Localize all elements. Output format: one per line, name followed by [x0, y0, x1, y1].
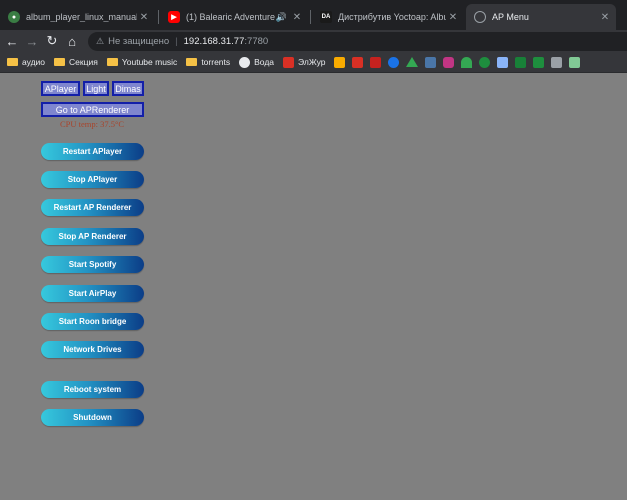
bookmark-4[interactable]	[388, 56, 400, 68]
elzhur-icon	[283, 56, 295, 68]
globe-icon	[474, 11, 486, 23]
flag-icon	[352, 56, 364, 68]
reboot-system-button[interactable]: Reboot system	[41, 381, 144, 398]
bookmark-label: torrents	[201, 57, 231, 67]
insecure-label[interactable]: Не защищено	[108, 36, 169, 47]
address-divider: |	[175, 36, 178, 47]
bookmark-label: Секция	[69, 57, 98, 67]
bookmark-9[interactable]	[479, 56, 491, 68]
close-icon[interactable]: ✕	[446, 12, 460, 23]
tab-title: Дистрибутив Yoctoap: Album Pl	[338, 12, 446, 22]
browser-toolbar: ← → ↻ ⌂ ⚠ Не защищено | 192.168.31.77:77…	[0, 30, 627, 52]
dimas-button[interactable]: Dimas	[112, 81, 144, 96]
bookmark-5[interactable]	[406, 57, 419, 67]
vk-icon	[425, 56, 437, 68]
tab-divider	[310, 10, 311, 24]
bookmark-label: ЭлЖур	[298, 57, 326, 67]
triangle-icon	[406, 57, 419, 67]
water-icon	[239, 56, 251, 68]
bookmark-audio[interactable]: аудио	[7, 57, 45, 67]
bar-icon	[551, 56, 563, 68]
instagram-icon	[443, 56, 455, 68]
restart-ap-renderer-button[interactable]: Restart AP Renderer	[41, 199, 144, 216]
start-roon-bridge-button[interactable]: Start Roon bridge	[41, 313, 144, 330]
cloud-icon	[388, 56, 400, 68]
cpu-temp: CPU temp: 37.5°C	[59, 119, 125, 129]
stack-icon	[334, 56, 346, 68]
android-icon	[479, 56, 491, 68]
go-to-aprenderer-button[interactable]: Go to APRenderer	[41, 102, 144, 117]
tab-strip: ● album_player_linux_manual_ru.p ✕ ▶ (1)…	[0, 0, 627, 30]
close-icon[interactable]: ✕	[137, 12, 151, 23]
warning-icon[interactable]: ⚠	[96, 36, 104, 47]
tab-title: (1) Balearic Adventure • Cla	[186, 12, 276, 22]
bookmarks-bar: аудио Секция Youtube music torrents Вода…	[0, 52, 627, 73]
tab-album-player-manual[interactable]: ● album_player_linux_manual_ru.p ✕	[0, 4, 155, 30]
bookmark-10[interactable]	[497, 56, 509, 68]
bookmark-torrents[interactable]: torrents	[186, 57, 230, 67]
folder-icon	[106, 58, 118, 66]
home-icon[interactable]: ⌂	[62, 34, 82, 49]
bookmark-13[interactable]	[551, 56, 563, 68]
bookmark-14[interactable]	[569, 56, 581, 68]
bookmark-section[interactable]: Секция	[54, 57, 98, 67]
shutdown-button[interactable]: Shutdown	[41, 409, 144, 426]
leaf-icon: ●	[8, 11, 20, 23]
bookmark-11[interactable]	[515, 56, 527, 68]
bookmark-label: аудио	[22, 57, 46, 67]
close-icon[interactable]: ✕	[290, 12, 304, 23]
start-spotify-button[interactable]: Start Spotify	[41, 256, 144, 273]
book-icon	[533, 56, 545, 68]
bookmark-elzhur[interactable]: ЭлЖур	[283, 56, 326, 68]
aplayer-button[interactable]: APlayer	[41, 81, 80, 96]
ak-icon	[370, 56, 382, 68]
forward-arrow-icon[interactable]: →	[22, 34, 42, 49]
folder-icon	[186, 58, 198, 66]
bookmark-1[interactable]	[334, 56, 346, 68]
light-button[interactable]: Light	[83, 81, 109, 96]
address-bar[interactable]: ⚠ Не защищено | 192.168.31.77:7780	[88, 32, 627, 51]
tab-balearic-adventure[interactable]: ▶ (1) Balearic Adventure • Cla 🔊 ✕	[160, 4, 308, 30]
bookmark-2[interactable]	[352, 56, 364, 68]
close-icon[interactable]: ✕	[598, 12, 612, 23]
da-icon: DA	[320, 11, 332, 23]
reload-icon[interactable]: ↻	[42, 33, 62, 49]
back-arrow-icon[interactable]: ←	[2, 34, 22, 49]
four-icon	[497, 56, 509, 68]
bookmark-youtube-music[interactable]: Youtube music	[106, 57, 178, 67]
tab-divider	[158, 10, 159, 24]
bookmark-8[interactable]	[461, 56, 473, 68]
tab-title: AP Menu	[492, 12, 529, 22]
bookmark-6[interactable]	[425, 56, 437, 68]
bookmark-label: Youtube music	[121, 57, 178, 67]
letter-h-icon	[569, 56, 581, 68]
bookmark-voda[interactable]: Вода	[239, 56, 275, 68]
grid-icon	[515, 56, 527, 68]
bookmark-12[interactable]	[533, 56, 545, 68]
page-content: APlayer Light Dimas Go to APRenderer CPU…	[0, 73, 627, 500]
speaker-icon[interactable]: 🔊	[276, 12, 287, 23]
tab-ap-menu[interactable]: AP Menu ✕	[466, 4, 616, 30]
url-port[interactable]: :7780	[244, 36, 268, 47]
youtube-icon: ▶	[168, 11, 180, 23]
bookmark-3[interactable]	[370, 56, 382, 68]
stop-ap-renderer-button[interactable]: Stop AP Renderer	[41, 228, 144, 245]
tab-yoctoap-distro[interactable]: DA Дистрибутив Yoctoap: Album Pl ✕	[312, 4, 464, 30]
network-drives-button[interactable]: Network Drives	[41, 341, 144, 358]
bookmark-label: Вода	[254, 57, 275, 67]
folder-icon	[54, 58, 66, 66]
url-host[interactable]: 192.168.31.77	[184, 36, 245, 47]
start-airplay-button[interactable]: Start AirPlay	[41, 285, 144, 302]
bookmark-7[interactable]	[443, 56, 455, 68]
tab-title: album_player_linux_manual_ru.p	[26, 12, 137, 22]
signal-icon	[461, 56, 473, 68]
folder-icon	[7, 58, 18, 66]
restart-aplayer-button[interactable]: Restart APlayer	[41, 143, 144, 160]
stop-aplayer-button[interactable]: Stop APlayer	[41, 171, 144, 188]
